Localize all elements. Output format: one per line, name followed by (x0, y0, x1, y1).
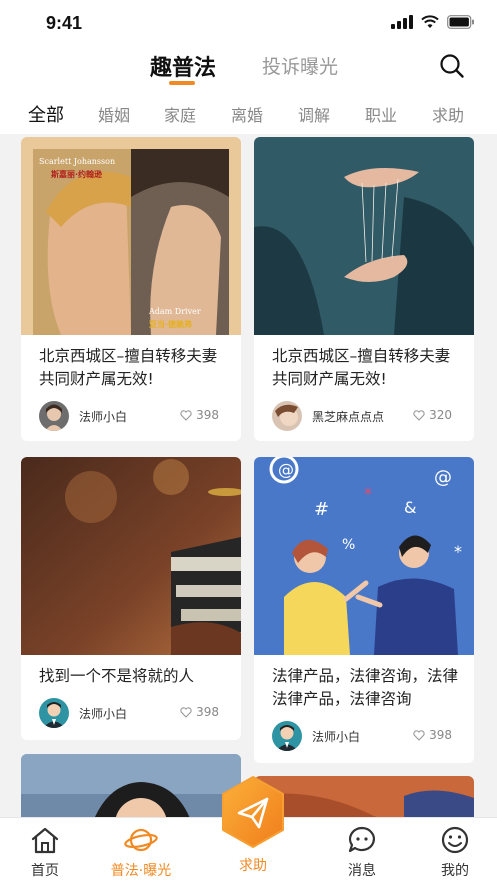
article-meta: 法师小白 398 (39, 698, 227, 728)
author-name[interactable]: 黑芝麻点点点 (312, 408, 384, 425)
nav-help-label[interactable]: 求助 (224, 855, 282, 875)
wifi-icon (421, 15, 439, 28)
nav-messages-label: 消息 (348, 863, 376, 879)
category-mediation[interactable]: 调解 (298, 102, 330, 126)
author-name[interactable]: 法师小白 (79, 705, 127, 722)
signal-icon (391, 15, 413, 29)
top-nav: 趣普法 投诉曝光 (0, 44, 497, 90)
svg-text:&: & (404, 498, 416, 517)
category-all[interactable]: 全部 (28, 101, 64, 127)
like-count[interactable]: 398 (413, 728, 452, 742)
article-title: 法律产品，法律咨询，法律法律产品，法律咨询 (272, 667, 459, 708)
article-card[interactable]: Scarlett Johansson 斯嘉丽·约翰逊 Adam Driver 亚… (21, 137, 241, 441)
like-count[interactable]: 320 (413, 408, 452, 422)
tab-qupufa[interactable]: 趣普法 (150, 50, 216, 82)
heart-icon (413, 409, 425, 421)
article-cover-image: @ @ # * & * % (254, 457, 474, 655)
smile-icon (441, 826, 469, 854)
like-count[interactable]: 398 (180, 705, 219, 719)
help-button[interactable] (219, 775, 287, 849)
planet-icon (124, 828, 158, 852)
avatar (272, 721, 302, 751)
like-count-value: 398 (196, 705, 219, 719)
author-name[interactable]: 法师小白 (79, 408, 127, 425)
avatar (272, 401, 302, 431)
heart-icon (413, 729, 425, 741)
nav-profile-label: 我的 (441, 863, 469, 879)
svg-text:@: @ (278, 460, 294, 479)
svg-text:*: * (364, 484, 372, 503)
article-card[interactable]: 北京西城区–擅自转移夫妻共同财产属无效! 黑芝麻点点点 320 (254, 137, 474, 441)
article-title: 找到一个不是将就的人 (39, 667, 195, 685)
article-meta: 黑芝麻点点点 320 (272, 401, 460, 431)
article-cover-image (254, 776, 474, 817)
status-time: 9:41 (46, 13, 83, 33)
nav-pufa-baoguang-label: 普法·曝光 (110, 863, 172, 879)
nav-pufa-baoguang[interactable]: 普法·曝光 (101, 826, 181, 880)
nav-profile[interactable]: 我的 (415, 826, 495, 880)
article-cover-image (21, 754, 241, 817)
status-icons (391, 15, 475, 29)
like-count[interactable]: 398 (180, 408, 219, 422)
like-count-value: 398 (196, 408, 219, 422)
nav-messages[interactable]: 消息 (322, 826, 402, 880)
battery-icon (447, 15, 474, 29)
category-help[interactable]: 求助 (432, 102, 464, 126)
svg-text:*: * (454, 542, 462, 561)
message-icon (348, 826, 375, 853)
active-tab-indicator (169, 81, 195, 85)
status-bar: 9:41 (0, 0, 497, 44)
avatar (39, 698, 69, 728)
heart-icon (180, 409, 192, 421)
like-count-value: 398 (429, 728, 452, 742)
category-family[interactable]: 家庭 (164, 102, 196, 126)
poster-name-top-en: Scarlett Johansson (39, 157, 116, 166)
svg-text:#: # (314, 499, 329, 520)
category-bar: 全部 婚姻 家庭 离婚 调解 职业 求助 (0, 90, 497, 134)
article-title: 北京西城区–擅自转移夫妻共同财产属无效! (272, 347, 451, 388)
nav-home[interactable]: 首页 (5, 826, 85, 880)
svg-text:%: % (342, 537, 355, 553)
svg-text:@: @ (434, 467, 452, 488)
article-card[interactable]: 找到一个不是将就的人 法师小白 398 (21, 457, 241, 740)
article-card[interactable] (21, 754, 241, 817)
category-career[interactable]: 职业 (365, 102, 397, 126)
poster-name-bottom-en: Adam Driver (149, 307, 201, 316)
heart-icon (180, 706, 192, 718)
article-meta: 法师小白 398 (39, 401, 227, 431)
article-cover-image (254, 137, 474, 335)
search-icon[interactable] (438, 52, 466, 80)
poster-name-bottom-cn: 亚当·德赖弗 (149, 320, 193, 329)
poster-name-top-cn: 斯嘉丽·约翰逊 (51, 170, 103, 179)
article-card[interactable]: @ @ # * & * % 法律产品，法律咨询，法律法律产品，法律咨询 法师小白… (254, 457, 474, 763)
article-cover-image (21, 457, 241, 655)
article-feed: Scarlett Johansson 斯嘉丽·约翰逊 Adam Driver 亚… (0, 134, 497, 817)
nav-home-label: 首页 (31, 863, 59, 879)
avatar (39, 401, 69, 431)
category-marriage[interactable]: 婚姻 (98, 102, 130, 126)
article-card[interactable] (254, 776, 474, 817)
article-title: 北京西城区–擅自转移夫妻共同财产属无效! (39, 347, 218, 388)
like-count-value: 320 (429, 408, 452, 422)
author-name[interactable]: 法师小白 (312, 728, 360, 745)
home-icon (31, 827, 59, 854)
tab-tousu-baoguang[interactable]: 投诉曝光 (262, 52, 338, 79)
article-meta: 法师小白 398 (272, 721, 460, 751)
article-cover-image (21, 137, 241, 335)
category-divorce[interactable]: 离婚 (231, 102, 263, 126)
